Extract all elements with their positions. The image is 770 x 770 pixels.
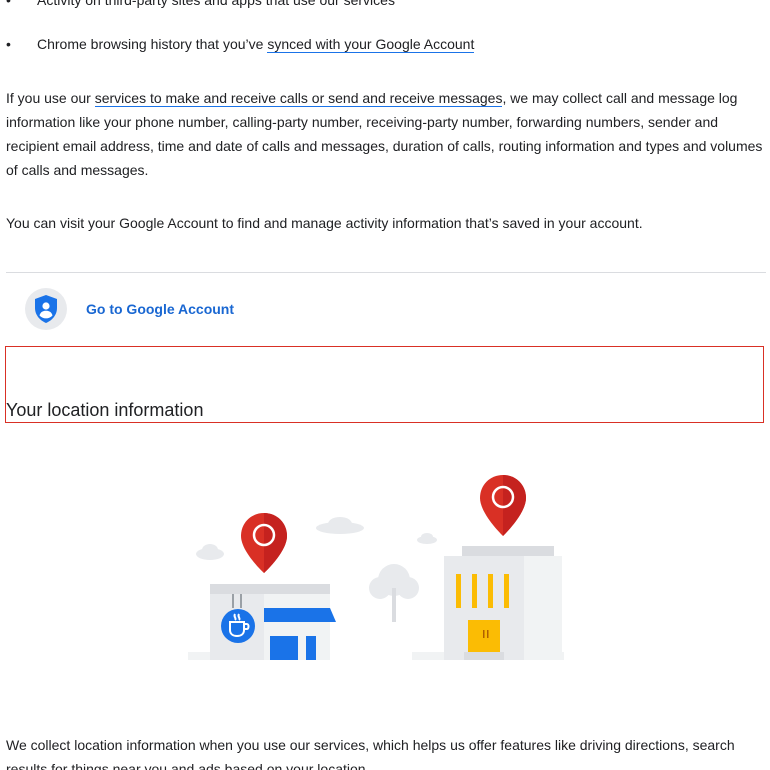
location-paragraph: We collect location information when you… [6, 737, 735, 770]
privacy-policy-page: • Activity on third-party sites and apps… [0, 0, 770, 770]
location-pin-icon [241, 513, 287, 573]
list-item-text: Activity on third-party sites and apps t… [37, 0, 395, 8]
calls-services-link[interactable]: services to make and receive calls or se… [94, 90, 503, 107]
office-building [444, 546, 562, 660]
account-paragraph: You can visit your Google Account to fin… [6, 215, 643, 231]
list-item-text: Chrome browsing history that you’ve sync… [37, 34, 475, 54]
cafe-building [210, 584, 336, 660]
go-to-google-account-link[interactable]: Go to Google Account [25, 288, 234, 330]
location-illustration [188, 475, 564, 660]
bullet-dot: • [6, 36, 11, 52]
divider [6, 272, 766, 273]
calls-paragraph: If you use our services to make and rece… [6, 86, 770, 182]
list-item-prefix: Chrome browsing history that you’ve [37, 36, 268, 52]
location-pin-icon [480, 475, 526, 536]
cloud-icon [196, 517, 437, 560]
account-shield-icon [25, 288, 67, 330]
tree-icon [369, 564, 419, 622]
go-to-google-account-label: Go to Google Account [86, 301, 235, 317]
calls-paragraph-prefix: If you use our [6, 90, 95, 106]
synced-account-link[interactable]: synced with your Google Account [267, 36, 475, 53]
bullet-dot: • [6, 0, 11, 8]
section-title: Your location information [6, 400, 204, 420]
